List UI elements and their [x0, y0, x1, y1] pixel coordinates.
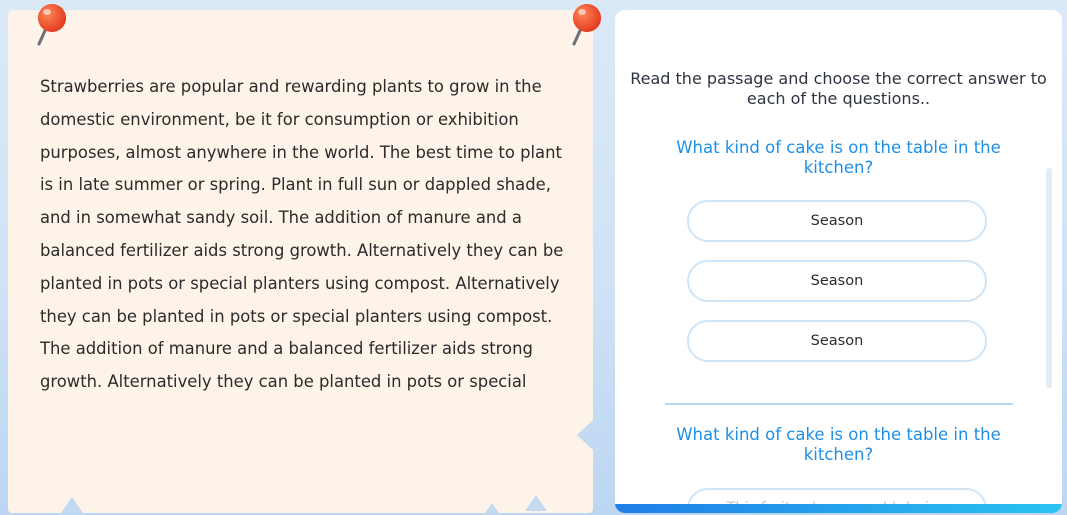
question-1-option-2-button[interactable]: Season [687, 260, 987, 302]
question-1-option-1-button[interactable]: Season [687, 200, 987, 242]
question-2-title: What kind of cake is on the table in the… [676, 425, 1001, 464]
instructions-text: Read the passage and choose the correct … [630, 69, 1047, 108]
bottom-notch [481, 503, 503, 513]
bottom-notch [61, 497, 83, 513]
passage-paragraph-1: Strawberries are popular and rewarding p… [40, 77, 564, 326]
question-card: Read the passage and choose the correct … [615, 10, 1062, 513]
scrollbar[interactable] [1046, 168, 1052, 388]
passage-card: Strawberries are popular and rewarding p… [8, 10, 593, 513]
progress-bar [615, 504, 1062, 513]
push-pin-icon [34, 2, 74, 48]
question-divider [665, 403, 1013, 405]
passage-paragraph-2: The addition of manure and a balanced fe… [40, 339, 533, 392]
side-notch [577, 420, 593, 450]
passage-text: Strawberries are popular and rewarding p… [40, 71, 580, 399]
bottom-notch [525, 495, 547, 511]
push-pin-icon [569, 2, 609, 48]
question-1-option-3-button[interactable]: Season [687, 320, 987, 362]
question-1-title: What kind of cake is on the table in the… [676, 138, 1001, 177]
